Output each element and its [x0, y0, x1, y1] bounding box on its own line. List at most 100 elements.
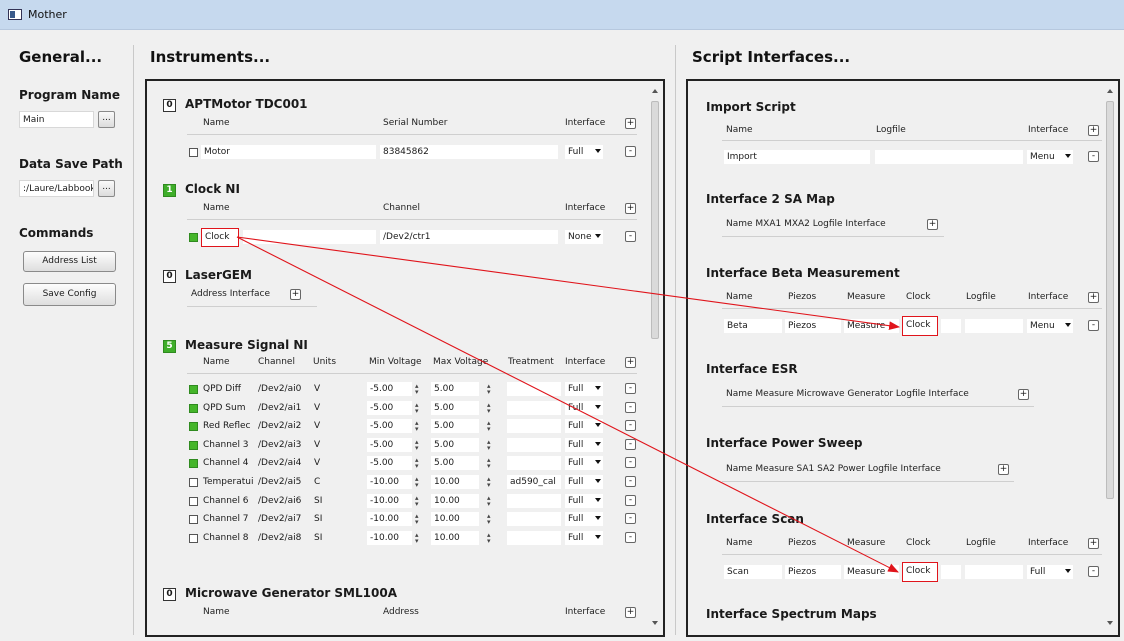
- measure-row-max-spinner[interactable]: [487, 383, 495, 395]
- clock-row-checkbox[interactable]: [189, 233, 198, 242]
- measure-row-units[interactable]: V: [314, 458, 320, 468]
- measure-row-units[interactable]: SI: [314, 496, 322, 506]
- measure-row-remove-button[interactable]: -: [625, 420, 636, 431]
- beta-row-interface-select[interactable]: Menu: [1027, 319, 1073, 333]
- measure-row-max-spinner[interactable]: [487, 457, 495, 469]
- measure-row-channel[interactable]: /Dev2/ai2: [258, 421, 301, 431]
- beta-row-measure[interactable]: Measure: [844, 319, 899, 333]
- measure-row-max-spinner[interactable]: [487, 495, 495, 507]
- scan-row-clock-field[interactable]: [941, 565, 961, 579]
- import-row-name[interactable]: Import: [724, 150, 870, 164]
- measure-row-treatment[interactable]: [507, 456, 561, 470]
- measure-row-treatment[interactable]: ad590_cal: [507, 475, 561, 489]
- measure-row-remove-button[interactable]: -: [625, 476, 636, 487]
- measure-row-remove-button[interactable]: -: [625, 513, 636, 524]
- measure-row-checkbox[interactable]: [189, 515, 198, 524]
- measure-row-checkbox[interactable]: [189, 385, 198, 394]
- sa-map-add-button[interactable]: +: [927, 219, 938, 230]
- measure-row-max[interactable]: 5.00: [431, 438, 479, 452]
- measure-row-max[interactable]: 5.00: [431, 401, 479, 415]
- apt-row-checkbox[interactable]: [189, 148, 198, 157]
- measure-row-units[interactable]: V: [314, 421, 320, 431]
- measure-row-max-spinner[interactable]: [487, 402, 495, 414]
- scan-row-piezos[interactable]: Piezos: [785, 565, 841, 579]
- measure-row-checkbox[interactable]: [189, 441, 198, 450]
- clock-row-remove-button[interactable]: -: [625, 231, 636, 242]
- scan-row-interface-select[interactable]: Full: [1027, 565, 1073, 579]
- clock-row-name-highlight[interactable]: Clock: [201, 228, 239, 247]
- clock-row-channel[interactable]: /Dev2/ctr1: [380, 230, 558, 244]
- beta-add-button[interactable]: +: [1088, 292, 1099, 303]
- measure-row-interface-select[interactable]: Full: [565, 401, 603, 415]
- beta-row-clock-field[interactable]: [941, 319, 961, 333]
- measure-row-channel[interactable]: /Dev2/ai3: [258, 440, 301, 450]
- scroll-down-icon[interactable]: [652, 621, 658, 625]
- program-name-browse-button[interactable]: ...: [98, 111, 115, 128]
- measure-row-treatment[interactable]: [507, 382, 561, 396]
- import-row-remove-button[interactable]: -: [1088, 151, 1099, 162]
- apt-row-interface-select[interactable]: Full: [565, 145, 603, 159]
- apt-row-serial[interactable]: 83845862: [380, 145, 558, 159]
- beta-row-logfile[interactable]: [965, 319, 1023, 333]
- measure-row-min[interactable]: -5.00: [367, 456, 412, 470]
- clock-row-name-field[interactable]: [243, 230, 376, 244]
- import-row-interface-select[interactable]: Menu: [1027, 150, 1073, 164]
- measure-row-max[interactable]: 10.00: [431, 475, 479, 489]
- measure-row-checkbox[interactable]: [189, 404, 198, 413]
- measure-row-min[interactable]: -10.00: [367, 531, 412, 545]
- scan-row-measure[interactable]: Measure: [844, 565, 899, 579]
- apt-row-name[interactable]: Motor: [201, 145, 376, 159]
- beta-row-remove-button[interactable]: -: [1088, 320, 1099, 331]
- measure-row-checkbox[interactable]: [189, 459, 198, 468]
- measure-row-remove-button[interactable]: -: [625, 439, 636, 450]
- measure-row-name[interactable]: Red Reflec: [203, 421, 251, 431]
- save-config-button[interactable]: Save Config: [23, 283, 116, 306]
- data-save-path-input[interactable]: :/Laure/Labbook: [19, 180, 94, 197]
- measure-row-name[interactable]: Temperatui: [203, 477, 253, 487]
- measure-row-interface-select[interactable]: Full: [565, 382, 603, 396]
- measure-row-min[interactable]: -10.00: [367, 494, 412, 508]
- measure-row-max-spinner[interactable]: [487, 420, 495, 432]
- measure-row-min-spinner[interactable]: [415, 457, 423, 469]
- measure-row-treatment[interactable]: [507, 401, 561, 415]
- measure-row-channel[interactable]: /Dev2/ai5: [258, 477, 301, 487]
- measure-row-name[interactable]: Channel 3: [203, 440, 249, 450]
- measure-row-interface-select[interactable]: Full: [565, 512, 603, 526]
- apt-row-remove-button[interactable]: -: [625, 146, 636, 157]
- measure-row-checkbox[interactable]: [189, 478, 198, 487]
- measure-row-units[interactable]: V: [314, 403, 320, 413]
- microwave-add-button[interactable]: +: [625, 607, 636, 618]
- scripts-scroll-thumb[interactable]: [1106, 101, 1114, 499]
- instruments-scroll-thumb[interactable]: [651, 101, 659, 339]
- measure-row-min[interactable]: -5.00: [367, 382, 412, 396]
- measure-row-checkbox[interactable]: [189, 534, 198, 543]
- scroll-down-icon[interactable]: [1107, 621, 1113, 625]
- laser-add-button[interactable]: +: [290, 289, 301, 300]
- measure-row-name[interactable]: Channel 6: [203, 496, 249, 506]
- measure-row-remove-button[interactable]: -: [625, 383, 636, 394]
- esr-add-button[interactable]: +: [1018, 389, 1029, 400]
- scan-row-clock-highlight[interactable]: Clock: [902, 562, 938, 582]
- measure-row-min-spinner[interactable]: [415, 420, 423, 432]
- measure-row-max-spinner[interactable]: [487, 513, 495, 525]
- measure-row-min-spinner[interactable]: [415, 476, 423, 488]
- measure-row-channel[interactable]: /Dev2/ai0: [258, 384, 301, 394]
- measure-row-interface-select[interactable]: Full: [565, 531, 603, 545]
- measure-row-max[interactable]: 5.00: [431, 382, 479, 396]
- program-name-input[interactable]: Main: [19, 111, 94, 128]
- measure-row-min-spinner[interactable]: [415, 402, 423, 414]
- measure-row-interface-select[interactable]: Full: [565, 419, 603, 433]
- measure-row-min[interactable]: -10.00: [367, 512, 412, 526]
- measure-row-channel[interactable]: /Dev2/ai6: [258, 496, 301, 506]
- measure-row-max-spinner[interactable]: [487, 532, 495, 544]
- measure-row-treatment[interactable]: [507, 512, 561, 526]
- import-row-logfile[interactable]: [875, 150, 1023, 164]
- measure-row-max[interactable]: 5.00: [431, 456, 479, 470]
- measure-row-min-spinner[interactable]: [415, 439, 423, 451]
- scan-row-logfile[interactable]: [965, 565, 1023, 579]
- measure-row-interface-select[interactable]: Full: [565, 456, 603, 470]
- measure-row-interface-select[interactable]: Full: [565, 475, 603, 489]
- measure-row-max[interactable]: 10.00: [431, 512, 479, 526]
- measure-row-min-spinner[interactable]: [415, 495, 423, 507]
- measure-row-name[interactable]: Channel 8: [203, 533, 249, 543]
